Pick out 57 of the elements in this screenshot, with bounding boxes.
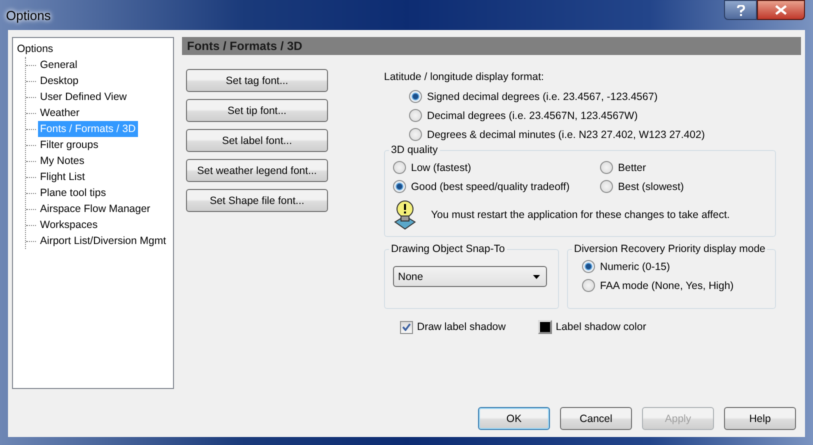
radio-label: Better <box>618 160 646 176</box>
dialog-button[interactable]: Help <box>724 407 796 430</box>
color-swatch[interactable] <box>538 320 552 334</box>
color-label: Label shadow color <box>556 320 646 335</box>
tree-item[interactable]: Workspaces <box>38 217 100 233</box>
font-button[interactable]: Set Shape file font... <box>186 189 328 212</box>
format-label: Latitude / longitude display format: <box>384 70 545 85</box>
radio-button[interactable] <box>393 161 406 174</box>
group-title: Diversion Recovery Priority display mode <box>573 243 766 255</box>
radio-label: Good (best speed/quality tradeoff) <box>411 180 570 194</box>
help-button[interactable] <box>724 0 757 20</box>
radio-button[interactable] <box>409 109 422 122</box>
window-title: Options <box>6 8 51 22</box>
radio-button[interactable] <box>409 90 422 103</box>
group-title: Drawing Object Snap-To <box>390 243 506 255</box>
radio-label: Signed decimal degrees (i.e. 23.4567, -123.4567) <box>427 90 658 104</box>
tree-item[interactable]: Options <box>17 43 54 55</box>
radio-button[interactable] <box>582 279 595 292</box>
radio-button[interactable] <box>600 161 613 174</box>
radio-button[interactable] <box>582 260 595 273</box>
tree-item[interactable]: Filter groups <box>38 137 100 153</box>
section-header: Fonts / Formats / 3D <box>182 37 801 55</box>
snap-dropdown[interactable]: None <box>393 266 547 287</box>
font-button[interactable]: Set tip font... <box>186 99 328 122</box>
tree-item[interactable]: Desktop <box>38 73 81 89</box>
close-icon <box>775 5 787 15</box>
dialog-button[interactable]: Cancel <box>560 407 632 430</box>
tree-item[interactable]: Flight List <box>38 169 87 185</box>
dialog-button[interactable]: OK <box>478 407 550 430</box>
tree-item[interactable]: My Notes <box>38 153 86 169</box>
radio-label: Numeric (0-15) <box>600 260 670 274</box>
group-title: 3D quality <box>390 144 439 156</box>
tree-item[interactable]: General <box>38 57 80 73</box>
tree-item[interactable]: Airport List/Diversion Mgmt <box>38 233 168 249</box>
radio-label: Low (fastest) <box>411 160 472 176</box>
radio-label: Decimal degrees (i.e. 23.4567N, 123.4567W) <box>427 108 638 124</box>
radio-button[interactable] <box>600 180 613 193</box>
checkmark-icon <box>402 323 411 331</box>
question-mark-icon <box>736 4 744 16</box>
font-button[interactable]: Set tag font... <box>186 69 328 92</box>
tree-item[interactable]: Plane tool tips <box>38 185 108 201</box>
radio-label: FAA mode (None, Yes, High) <box>600 278 734 294</box>
radio-button[interactable] <box>409 128 422 141</box>
close-button[interactable] <box>757 0 805 20</box>
caret-icon <box>533 274 540 278</box>
tree-item[interactable]: User Defined View <box>38 89 129 105</box>
font-button[interactable]: Set label font... <box>186 129 328 152</box>
checkbox[interactable] <box>400 320 413 334</box>
radio-button[interactable] <box>393 180 406 193</box>
radio-label: Best (slowest) <box>618 180 684 194</box>
checkbox-label: Draw label shadow <box>417 320 506 335</box>
lightbulb-icon <box>393 200 417 230</box>
restart-note: You must restart the application for these changes to take affect. <box>431 208 730 223</box>
radio-label: Degrees & decimal minutes (i.e. N23 27.402, W123 27.402) <box>427 128 705 142</box>
font-button[interactable]: Set weather legend font... <box>186 159 328 182</box>
tree-item[interactable]: Weather <box>38 105 82 121</box>
tree-item[interactable]: Airspace Flow Manager <box>38 201 152 217</box>
